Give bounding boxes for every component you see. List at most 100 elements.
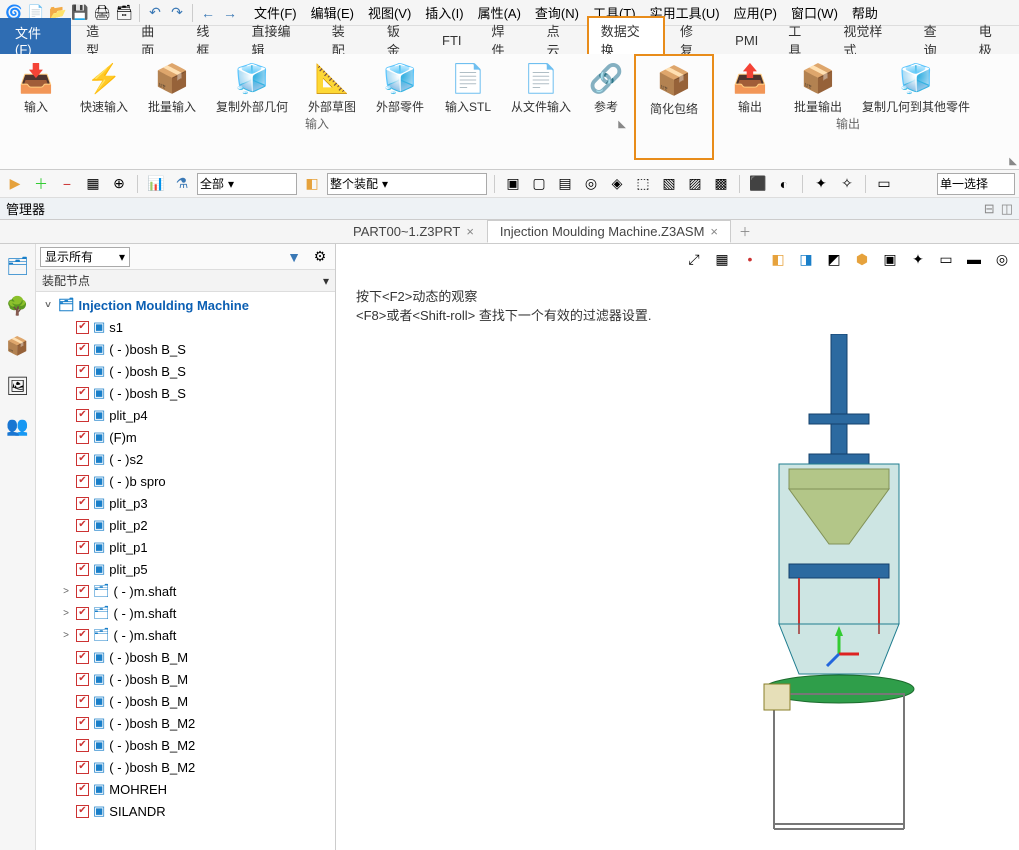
pin-icon[interactable]: ⊟ xyxy=(984,201,995,217)
chart-icon[interactable]: 📊 xyxy=(145,173,167,195)
vt-icon-7[interactable]: ⬢ xyxy=(851,248,873,270)
tree-item[interactable]: ✔▣( - )bosh B_M2 xyxy=(36,734,335,756)
close-icon[interactable]: × xyxy=(466,224,474,239)
select-cursor-icon[interactable]: ▶ xyxy=(4,173,26,195)
tree-item[interactable]: ✔▣SILANDR xyxy=(36,800,335,822)
tab-add-button[interactable]: ＋ xyxy=(731,220,759,243)
tree-item[interactable]: ✔▣( - )s2 xyxy=(36,448,335,470)
ribbon-tab-fti[interactable]: FTI xyxy=(427,28,477,53)
tree-item[interactable]: ✔▣plit_p5 xyxy=(36,558,335,580)
tree-item[interactable]: ✔▣( - )bosh B_M xyxy=(36,646,335,668)
minus-icon[interactable]: − xyxy=(56,173,78,195)
viewport[interactable]: ⤢ ▦ • ◧ ◨ ◩ ⬢ ▣ ✦ ▭ ▬ ◎ 按下<F2>动态的观察 <F8>… xyxy=(336,244,1019,850)
tree-item[interactable]: ✔▣( - )bosh B_M xyxy=(36,690,335,712)
tb-icon-6[interactable]: ⬚ xyxy=(632,173,654,195)
plus-icon[interactable]: ＋ xyxy=(30,173,52,195)
checkbox[interactable]: ✔ xyxy=(76,475,89,488)
collapse-icon[interactable]: ˅ xyxy=(42,300,54,311)
checkbox[interactable]: ✔ xyxy=(76,343,89,356)
ribbon-tab-pmi[interactable]: PMI xyxy=(720,28,773,53)
tree-item[interactable]: ✔▣MOHREH xyxy=(36,778,335,800)
fromfile-button[interactable]: 📄 从文件输入 xyxy=(506,58,576,116)
batchout-button[interactable]: 📦 批量输出 xyxy=(788,58,848,116)
checkbox[interactable]: ✔ xyxy=(76,761,89,774)
tb-icon-11[interactable]: ◐ xyxy=(773,173,795,195)
tree-item[interactable]: ✔▣(F)m xyxy=(36,426,335,448)
tree-filter-combo[interactable]: 显示所有▾ xyxy=(40,247,130,267)
tb-icon-1[interactable]: ▣ xyxy=(502,173,524,195)
checkbox[interactable]: ✔ xyxy=(76,739,89,752)
tree-item[interactable]: ✔▣( - )bosh B_M2 xyxy=(36,756,335,778)
assembly-combo[interactable]: 整个装配▾ xyxy=(327,173,487,195)
vt-icon-12[interactable]: ◎ xyxy=(991,248,1013,270)
tb-icon-9[interactable]: ▩ xyxy=(710,173,732,195)
expand-icon[interactable]: > xyxy=(60,586,72,597)
tb-icon-8[interactable]: ▨ xyxy=(684,173,706,195)
vt-icon-5[interactable]: ◨ xyxy=(795,248,817,270)
expand-icon[interactable]: > xyxy=(60,608,72,619)
tb-icon-10[interactable]: ⬛ xyxy=(747,173,769,195)
tree-item[interactable]: ✔▣( - )b spro xyxy=(36,470,335,492)
checkbox[interactable]: ✔ xyxy=(76,695,89,708)
close-icon[interactable]: × xyxy=(710,224,718,239)
target-icon[interactable]: ⊕ xyxy=(108,173,130,195)
tree-item[interactable]: ✔▣( - )bosh B_M xyxy=(36,668,335,690)
tree-item[interactable]: >✔🗂( - )m.shaft xyxy=(36,580,335,602)
tree-item[interactable]: ✔▣plit_p2 xyxy=(36,514,335,536)
checkbox[interactable]: ✔ xyxy=(76,519,89,532)
checkbox[interactable]: ✔ xyxy=(76,585,89,598)
tree-item[interactable]: ✔▣( - )bosh B_S xyxy=(36,338,335,360)
tree-item[interactable]: >✔🗂( - )m.shaft xyxy=(36,624,335,646)
dialog-launcher-icon[interactable]: ◣ xyxy=(1009,156,1017,167)
checkbox[interactable]: ✔ xyxy=(76,453,89,466)
doc-tab-2[interactable]: Injection Moulding Machine.Z3ASM × xyxy=(487,220,731,243)
checkbox[interactable]: ✔ xyxy=(76,409,89,422)
tb-icon-4[interactable]: ◎ xyxy=(580,173,602,195)
select-mode-combo[interactable]: 单一选择 xyxy=(937,173,1015,195)
strip-box-icon[interactable]: 📦 xyxy=(4,332,32,360)
stl-button[interactable]: 📄 输入STL xyxy=(438,58,498,116)
tb-icon-13[interactable]: ✧ xyxy=(836,173,858,195)
filter-combo[interactable]: 全部▾ xyxy=(197,173,297,195)
tree-root[interactable]: ˅ 🗂 Injection Moulding Machine xyxy=(36,294,335,316)
tree-item[interactable]: >✔🗂( - )m.shaft xyxy=(36,602,335,624)
strip-image-icon[interactable]: 🖼 xyxy=(4,372,32,400)
vt-icon-8[interactable]: ▣ xyxy=(879,248,901,270)
checkbox[interactable]: ✔ xyxy=(76,365,89,378)
checkbox[interactable]: ✔ xyxy=(76,717,89,730)
tb-icon-3[interactable]: ▤ xyxy=(554,173,576,195)
tb-icon-14[interactable]: ▭ xyxy=(873,173,895,195)
vt-icon-2[interactable]: ▦ xyxy=(711,248,733,270)
vt-icon-9[interactable]: ✦ xyxy=(907,248,929,270)
tree-item[interactable]: ✔▣( - )bosh B_S xyxy=(36,360,335,382)
tree-item[interactable]: ✔▣( - )bosh B_M2 xyxy=(36,712,335,734)
input-button[interactable]: 📥 输入 xyxy=(6,58,66,116)
checkbox[interactable]: ✔ xyxy=(76,629,89,642)
tree-item[interactable]: ✔▣plit_p1 xyxy=(36,536,335,558)
vt-icon-11[interactable]: ▬ xyxy=(963,248,985,270)
batchinput-button[interactable]: 📦 批量输入 xyxy=(142,58,202,116)
copyext-button[interactable]: 🧊 复制外部几何 xyxy=(210,58,294,116)
tree-item[interactable]: ✔▣plit_p3 xyxy=(36,492,335,514)
funnel-icon[interactable]: ▼ xyxy=(283,246,305,268)
strip-user-icon[interactable]: 👥 xyxy=(4,412,32,440)
checkbox[interactable]: ✔ xyxy=(76,651,89,664)
expand-icon[interactable]: > xyxy=(60,630,72,641)
copyother-button[interactable]: 🧊 复制几何到其他零件 xyxy=(856,58,976,116)
strip-assembly-icon[interactable]: 🗂 xyxy=(4,252,32,280)
extpart-button[interactable]: 🧊 外部零件 xyxy=(370,58,430,116)
doc-tab-1[interactable]: PART00~1.Z3PRT × xyxy=(340,220,487,243)
vt-icon-10[interactable]: ▭ xyxy=(935,248,957,270)
extsketch-button[interactable]: 📐 外部草图 xyxy=(302,58,362,116)
tree-item[interactable]: ✔▣( - )bosh B_S xyxy=(36,382,335,404)
checkbox[interactable]: ✔ xyxy=(76,607,89,620)
simplify-button[interactable]: 📦 简化包络 ◣ xyxy=(634,54,714,160)
chevron-down-icon[interactable]: ▾ xyxy=(323,274,329,288)
tb-icon-5[interactable]: ◈ xyxy=(606,173,628,195)
tb-icon-7[interactable]: ▧ xyxy=(658,173,680,195)
tb-icon-12[interactable]: ✦ xyxy=(810,173,832,195)
output-button[interactable]: 📤 输出 xyxy=(720,58,780,116)
settings-icon[interactable]: ⚙ xyxy=(309,246,331,268)
tree[interactable]: ˅ 🗂 Injection Moulding Machine ✔▣s1✔▣( -… xyxy=(36,292,335,850)
checkbox[interactable]: ✔ xyxy=(76,431,89,444)
